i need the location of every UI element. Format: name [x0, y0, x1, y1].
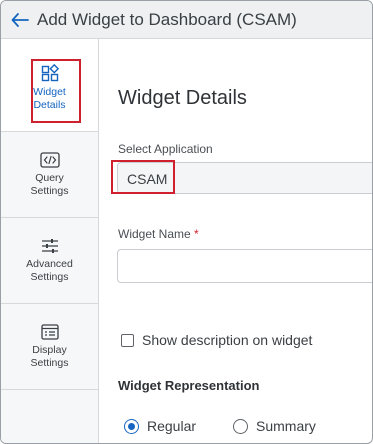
sliders-icon [41, 238, 58, 253]
widget-name-label: Widget Name * [118, 227, 199, 241]
show-description-checkbox[interactable] [121, 333, 134, 347]
sidebar-item-label: Settings [30, 270, 69, 283]
sidebar-item-display-settings[interactable]: Display Settings [1, 304, 98, 390]
active-item-highlight [31, 59, 81, 123]
regular-radio[interactable] [124, 418, 139, 434]
sidebar: Widget Details Query Settings Advanced S… [1, 39, 99, 443]
dialog-title: Add Widget to Dashboard (CSAM) [37, 9, 297, 29]
widget-representation-title: Widget Representation [118, 378, 260, 393]
show-description-label: Show description on widget [142, 332, 313, 348]
sidebar-item-advanced-settings[interactable]: Advanced Settings [1, 218, 98, 304]
dialog: Add Widget to Dashboard (CSAM) Widget De… [0, 0, 373, 444]
application-highlight [111, 160, 175, 194]
regular-label: Regular [147, 418, 197, 434]
code-icon [39, 151, 60, 168]
sidebar-item-label: Settings [30, 184, 69, 197]
display-settings-icon [40, 323, 59, 340]
arrow-left-icon [11, 12, 29, 27]
sidebar-item-label: Display [32, 343, 67, 356]
representation-option-summary[interactable]: Summary [233, 418, 316, 434]
required-marker: * [194, 227, 199, 241]
sidebar-item-query-settings[interactable]: Query Settings [1, 132, 98, 218]
radio-selected-dot [128, 422, 135, 430]
page-title: Widget Details [118, 87, 247, 109]
representation-option-regular[interactable]: Regular [124, 418, 196, 434]
sidebar-item-label: Advanced [26, 257, 73, 270]
widget-name-input[interactable] [117, 249, 372, 283]
sidebar-item-label: Settings [30, 356, 69, 369]
main-content: Widget Details Select Application CSAM W… [99, 39, 372, 443]
sidebar-item-label: Query [35, 171, 64, 184]
summary-label: Summary [256, 418, 316, 434]
dialog-header: Add Widget to Dashboard (CSAM) [1, 1, 372, 39]
back-button[interactable] [7, 7, 33, 33]
select-application-label: Select Application [118, 142, 213, 156]
show-description-option[interactable]: Show description on widget [121, 332, 312, 348]
summary-radio[interactable] [233, 418, 248, 434]
